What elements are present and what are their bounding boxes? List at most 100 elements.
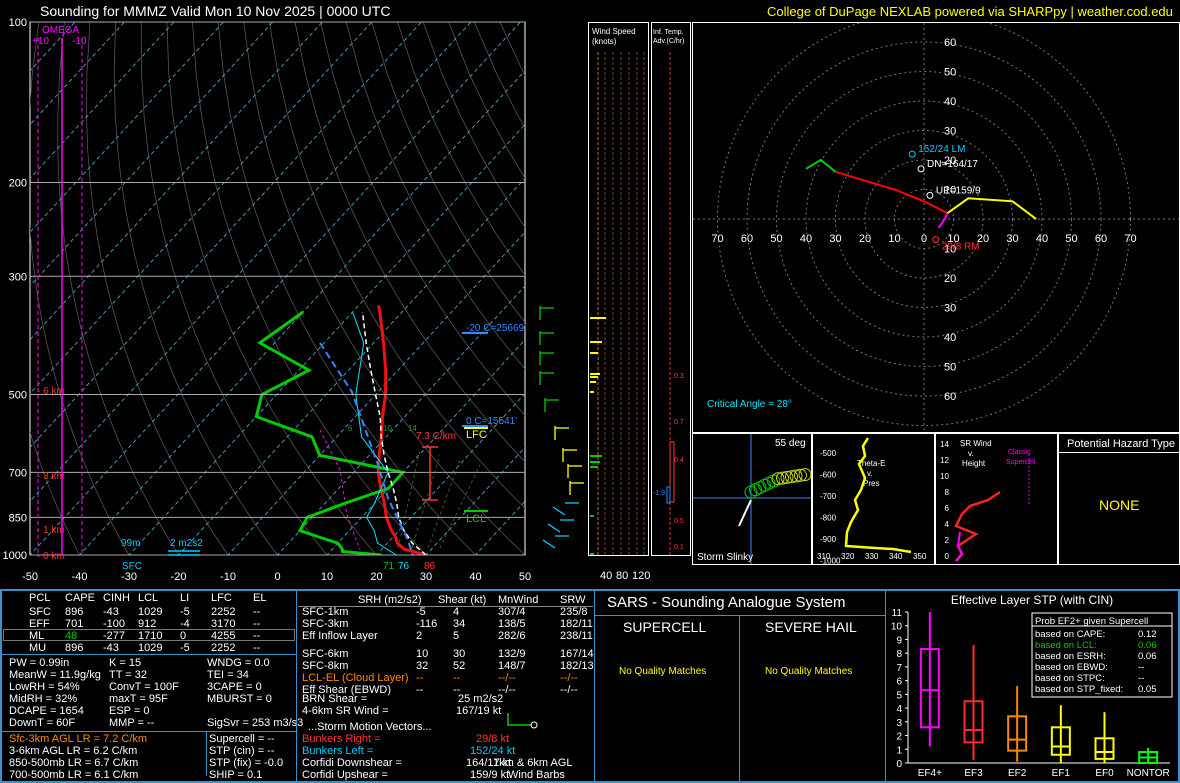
kin-cell: --/--	[498, 672, 516, 684]
parcel-header: CAPE	[65, 592, 95, 604]
thermo-index: MeanW = 11.9g/kg	[9, 669, 101, 681]
sars-hail: SEVERE HAIL	[765, 619, 857, 635]
kin-cell: 132/9	[498, 648, 526, 660]
hodo-x-tick: 60	[741, 233, 753, 245]
hodo-y-tick: 30	[944, 303, 956, 315]
kin-cell: 5	[453, 630, 460, 642]
inf-temp-value: -1.9	[653, 490, 665, 497]
dry-adiabat	[86, 22, 229, 555]
hodo-x-tick: 40	[800, 233, 812, 245]
kinematics-table: SRH (m2/s2) Shear (kt) MnWind SRW SFC-1km -5 4…	[298, 591, 594, 781]
dry-adiabat	[268, 22, 525, 509]
composite-index: Supercell = --	[209, 733, 275, 745]
stp-prob-label: based on LCL:	[1035, 640, 1097, 651]
dry-adiabat	[57, 22, 179, 555]
sr-ytick: 6	[945, 504, 950, 513]
slinky-deg: 55 deg	[775, 438, 806, 449]
parcel-header: PCL	[29, 592, 51, 604]
dry-adiabat	[30, 430, 80, 555]
sr-title-1: SR Wind	[960, 439, 992, 448]
parcel-cell: -5	[180, 642, 190, 654]
hodo-point	[932, 236, 940, 244]
sr-ytick: 12	[940, 456, 949, 465]
kin-cell: 2	[416, 630, 423, 642]
bunkers-left-value: 152/24 kt	[470, 745, 516, 757]
hodo-y-tick: 30	[944, 126, 956, 138]
inf-temp-value: 0.4	[674, 457, 684, 464]
hodo-y-tick: 60	[944, 391, 956, 403]
sars-title: SARS - Sounding Analogue System	[607, 594, 846, 611]
temperature-tick-label: 50	[519, 571, 531, 583]
kin-cell: 10	[416, 648, 429, 660]
sars-hail-matches: No Quality Matches	[765, 666, 853, 677]
isotherm	[375, 392, 525, 555]
storm-slinky-panel: 55 deg Storm Slinky	[692, 433, 812, 565]
theta-e-ytick: -500	[820, 449, 837, 458]
parcel-cell: --	[253, 642, 261, 654]
parcel-header: CINH	[103, 592, 130, 604]
thermo-index: WNDG = 0.0	[207, 657, 270, 669]
height-label: - 1 km	[37, 525, 65, 536]
stp-category-label: EF4+	[918, 768, 942, 779]
composite-index: SHIP = 0.1	[209, 769, 263, 781]
slinky-label: Storm Slinky	[697, 552, 753, 563]
sounding-window: Sounding for MMMZ Valid Mon 10 Nov 2025 …	[0, 0, 1180, 783]
parcel-cell: --	[253, 630, 261, 642]
stp-category-label: EF0	[1095, 768, 1114, 779]
kin-cell: 167/14	[560, 648, 594, 660]
kin-cell: 52	[453, 660, 466, 672]
thermo-divider	[2, 731, 296, 732]
hodo-point-label: 29/8 RM	[942, 242, 980, 253]
pressure-tick-label: 100	[9, 17, 27, 29]
parcel-cell: --	[253, 606, 261, 618]
kin-cell: 307/4	[498, 606, 526, 618]
sfc-label: SFC	[122, 561, 142, 572]
bunkers-left-label: Bunkers Left =	[302, 745, 374, 757]
dry-adiabat	[217, 22, 477, 555]
mixing-ratio-line	[411, 454, 441, 549]
dry-adiabat	[140, 22, 328, 555]
corfidi-up-value: 159/9 kt	[470, 769, 510, 781]
isotherm	[474, 500, 525, 555]
parcel-cell: -5	[180, 606, 190, 618]
inf-temp-value: 0.5	[674, 518, 684, 525]
kin-cell: --	[416, 684, 424, 696]
omega-tick: +10	[32, 36, 49, 47]
sr-wind-panel: SR Wind v. Height Classic Supercell 14 12 10 8 6 4…	[935, 433, 1058, 565]
thermo-index: TEI = 34	[207, 669, 249, 681]
stp-category-label: EF3	[964, 768, 983, 779]
kin-cell: SFC-8km	[302, 660, 349, 672]
stp-ytick-label: 0	[896, 759, 902, 770]
kin-header: SRW	[560, 594, 586, 606]
skewt-frame	[29, 21, 526, 556]
lapse-rate: 850-500mb LR = 6.7 C/km	[9, 757, 139, 769]
barbs-caption: 1km & 6km AGL	[493, 757, 573, 769]
dry-adiabat	[371, 22, 525, 323]
mixing-ratio-line	[397, 449, 421, 549]
temperature-tick-label: -10	[220, 571, 236, 583]
stp-ytick-label: 11	[892, 608, 903, 619]
mixing-ratio-label: 10	[383, 424, 392, 433]
inf-temp-bar-cold	[666, 486, 671, 504]
mixing-ratio-label: 14	[408, 424, 417, 433]
hodo-x-tick: 50	[1065, 233, 1077, 245]
stp-ytick-label: 5	[896, 690, 902, 701]
sr-ytick: 10	[940, 472, 949, 481]
hodograph-chart: 70 60 50 40 30 20 10 0 10 20 30 40 50 60 7060504030201…	[693, 12, 1179, 432]
parcel-cell: 4255	[211, 630, 236, 642]
sfc-dewpoint-label: 71	[383, 561, 395, 572]
mixing-ratio-label: 6	[348, 424, 353, 433]
kin-cell: 30	[453, 648, 466, 660]
brn-value: 25 m2/s2	[458, 693, 504, 705]
isotherm	[128, 123, 525, 555]
theta-e-xtick: 350	[913, 552, 927, 561]
lapse-rate: 700-500mb LR = 6.1 C/km	[9, 769, 139, 781]
pressure-tick-label: 200	[9, 177, 27, 189]
theta-e-ytick: -600	[820, 471, 837, 480]
dry-adiabat	[294, 22, 525, 463]
temperature-tick-label: -30	[121, 571, 137, 583]
wind-speed-tick: 120	[632, 570, 650, 582]
stp-prob-label: based on STP_fixed:	[1035, 684, 1123, 695]
temperature-tick-label: 30	[420, 571, 432, 583]
sr-title-3: Height	[962, 459, 986, 468]
